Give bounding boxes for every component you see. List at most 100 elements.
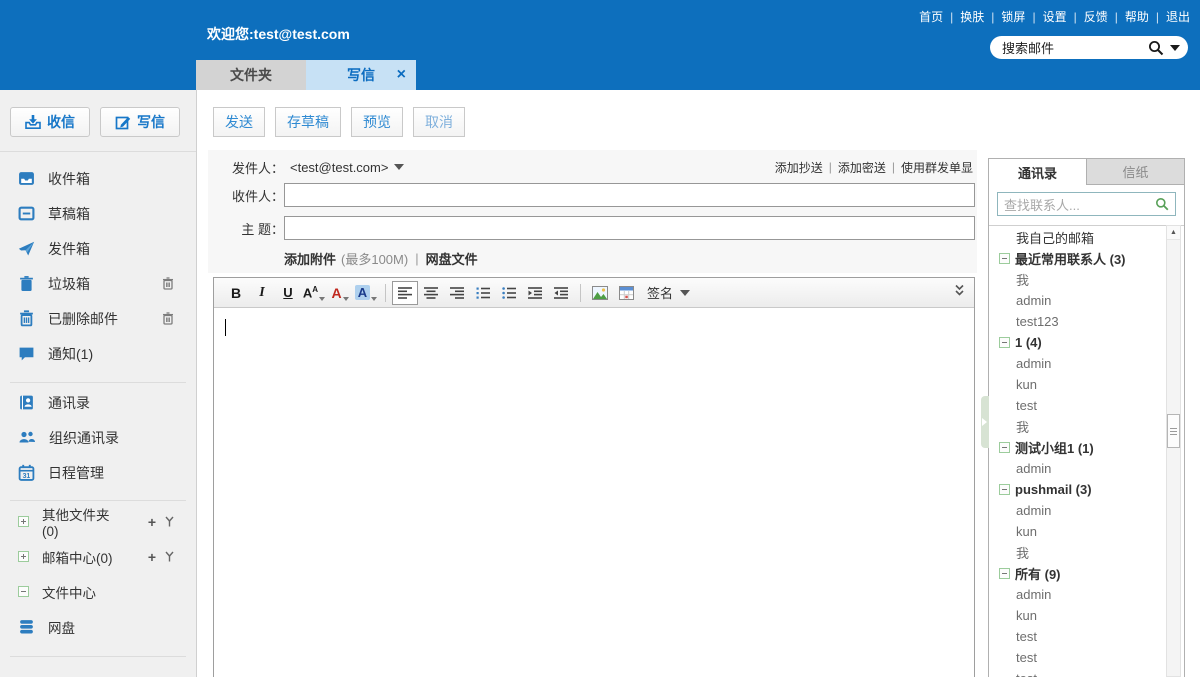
sidebar-item-mail-center[interactable]: 邮箱中心(0) +	[0, 539, 196, 574]
more-tools-button[interactable]	[954, 284, 965, 302]
add-attachment-link[interactable]: 添加附件	[284, 249, 336, 268]
sidebar-item-notifications[interactable]: 通知(1)	[0, 336, 196, 371]
sidebar-item-sent[interactable]: 发件箱	[0, 231, 196, 266]
top-nav-item[interactable]: 首页	[919, 8, 943, 25]
recipient-option-item[interactable]: 添加密送	[823, 159, 886, 176]
contact-tree-item[interactable]: 我	[989, 542, 1184, 563]
sidebar-item-inbox[interactable]: 收件箱	[0, 161, 196, 196]
contact-tree-item[interactable]: 我	[989, 416, 1184, 437]
recipient-option-item[interactable]: 使用群发单显	[886, 159, 973, 176]
contact-tree-item[interactable]: admin	[989, 353, 1184, 374]
compose-mail-button[interactable]: 写信	[100, 107, 180, 137]
align-center-button[interactable]	[418, 281, 444, 305]
align-left-button[interactable]	[392, 281, 418, 305]
add-folder-icon[interactable]: +	[148, 550, 156, 564]
mail-search-box[interactable]: 搜索邮件	[990, 36, 1188, 59]
insert-calendar-button[interactable]	[613, 281, 639, 305]
contact-tree-item[interactable]: test123	[989, 311, 1184, 332]
sidebar-item-contacts[interactable]: 通讯录	[0, 385, 196, 420]
top-nav-item[interactable]: 退出	[1149, 8, 1190, 25]
send-button[interactable]: 发送	[213, 107, 265, 137]
top-nav-item[interactable]: 换肤	[943, 8, 984, 25]
search-options-caret-icon[interactable]	[1170, 45, 1180, 51]
collapse-group-icon[interactable]	[999, 484, 1010, 495]
from-address[interactable]: <test@test.com>	[290, 160, 388, 175]
outdent-button[interactable]	[548, 281, 574, 305]
tab-stationery[interactable]: 信纸	[1087, 159, 1184, 185]
recipient-option-link[interactable]: 添加抄送	[775, 159, 823, 176]
contact-tree-item[interactable]: kun	[989, 521, 1184, 542]
contact-tree-item[interactable]: admin	[989, 584, 1184, 605]
top-nav-link[interactable]: 首页	[919, 8, 943, 25]
collapse-icon[interactable]	[18, 586, 29, 597]
tab-contacts-list[interactable]: 通讯录	[989, 159, 1087, 185]
sidebar-item-junk[interactable]: 垃圾箱	[0, 266, 196, 301]
expand-icon[interactable]	[18, 551, 29, 562]
insert-image-button[interactable]	[587, 281, 613, 305]
netdisk-file-link[interactable]: 网盘文件	[426, 249, 478, 268]
italic-button[interactable]: I	[249, 281, 275, 305]
preview-button[interactable]: 预览	[351, 107, 403, 137]
expand-icon[interactable]	[18, 516, 29, 527]
contact-tree-item[interactable]: test	[989, 395, 1184, 416]
font-size-button[interactable]: AA	[301, 281, 327, 305]
receive-mail-button[interactable]: 收信	[10, 107, 90, 137]
sidebar-item-calendar[interactable]: 31 日程管理	[0, 455, 196, 490]
recipient-option-link[interactable]: 使用群发单显	[901, 159, 973, 176]
from-dropdown-caret-icon[interactable]	[394, 164, 404, 170]
bullet-list-button[interactable]	[496, 281, 522, 305]
collapse-group-icon[interactable]	[999, 337, 1010, 348]
highlight-color-button[interactable]: A	[353, 281, 379, 305]
top-nav-link[interactable]: 设置	[1043, 8, 1067, 25]
to-input[interactable]	[284, 183, 975, 207]
scrollbar-thumb[interactable]	[1167, 414, 1180, 448]
indent-button[interactable]	[522, 281, 548, 305]
signature-dropdown[interactable]: 签名	[639, 281, 698, 305]
editor-body[interactable]	[214, 308, 974, 677]
contact-tree-item[interactable]: admin	[989, 290, 1184, 311]
contact-tree-item[interactable]: 1 (4)	[989, 332, 1184, 353]
collapse-panel-handle[interactable]	[981, 396, 989, 448]
save-draft-button[interactable]: 存草稿	[275, 107, 341, 137]
collapse-group-icon[interactable]	[999, 442, 1010, 453]
contact-list-scrollbar[interactable]: ▲	[1166, 225, 1181, 677]
top-nav-link[interactable]: 反馈	[1084, 8, 1108, 25]
underline-button[interactable]: U	[275, 281, 301, 305]
contact-tree-item[interactable]: test	[989, 668, 1184, 677]
contact-tree-item[interactable]: kun	[989, 374, 1184, 395]
scroll-up-icon[interactable]: ▲	[1167, 226, 1180, 240]
empty-deleted-button[interactable]	[162, 312, 174, 325]
contact-tree-item[interactable]: 所有 (9)	[989, 563, 1184, 584]
top-nav-link[interactable]: 帮助	[1125, 8, 1149, 25]
top-nav-link[interactable]: 锁屏	[1001, 8, 1025, 25]
contact-tree-item[interactable]: kun	[989, 605, 1184, 626]
contact-tree-item[interactable]: 测试小组1 (1)	[989, 437, 1184, 458]
top-nav-link[interactable]: 退出	[1166, 8, 1190, 25]
contact-tree-item[interactable]: test	[989, 647, 1184, 668]
cancel-button[interactable]: 取消	[413, 107, 465, 137]
contact-tree-item[interactable]: pushmail (3)	[989, 479, 1184, 500]
sidebar-item-org-contacts[interactable]: 组织通讯录	[0, 420, 196, 455]
empty-junk-button[interactable]	[162, 277, 174, 290]
search-icon[interactable]	[1148, 40, 1164, 56]
top-nav-item[interactable]: 设置	[1025, 8, 1066, 25]
collapse-group-icon[interactable]	[999, 253, 1010, 264]
bold-button[interactable]: B	[223, 281, 249, 305]
subject-input[interactable]	[284, 216, 975, 240]
sidebar-item-file-center[interactable]: 文件中心	[0, 574, 196, 609]
font-color-button[interactable]: A	[327, 281, 353, 305]
top-nav-link[interactable]: 换肤	[960, 8, 984, 25]
sidebar-item-deleted[interactable]: 已删除邮件	[0, 301, 196, 336]
contact-search-icon[interactable]	[1155, 197, 1169, 211]
manage-folder-icon[interactable]	[165, 551, 174, 562]
contact-tree-item[interactable]: 我	[989, 269, 1184, 290]
top-nav-item[interactable]: 反馈	[1067, 8, 1108, 25]
contact-search-box[interactable]: 查找联系人...	[997, 192, 1176, 216]
sidebar-item-netdisk[interactable]: 网盘	[0, 609, 196, 644]
contact-tree-item[interactable]: 我自己的邮箱	[989, 227, 1184, 248]
sidebar-item-drafts[interactable]: 草稿箱	[0, 196, 196, 231]
add-folder-icon[interactable]: +	[148, 515, 156, 529]
contact-tree-item[interactable]: admin	[989, 458, 1184, 479]
top-nav-item[interactable]: 帮助	[1108, 8, 1149, 25]
close-tab-icon[interactable]: ×	[397, 67, 406, 83]
